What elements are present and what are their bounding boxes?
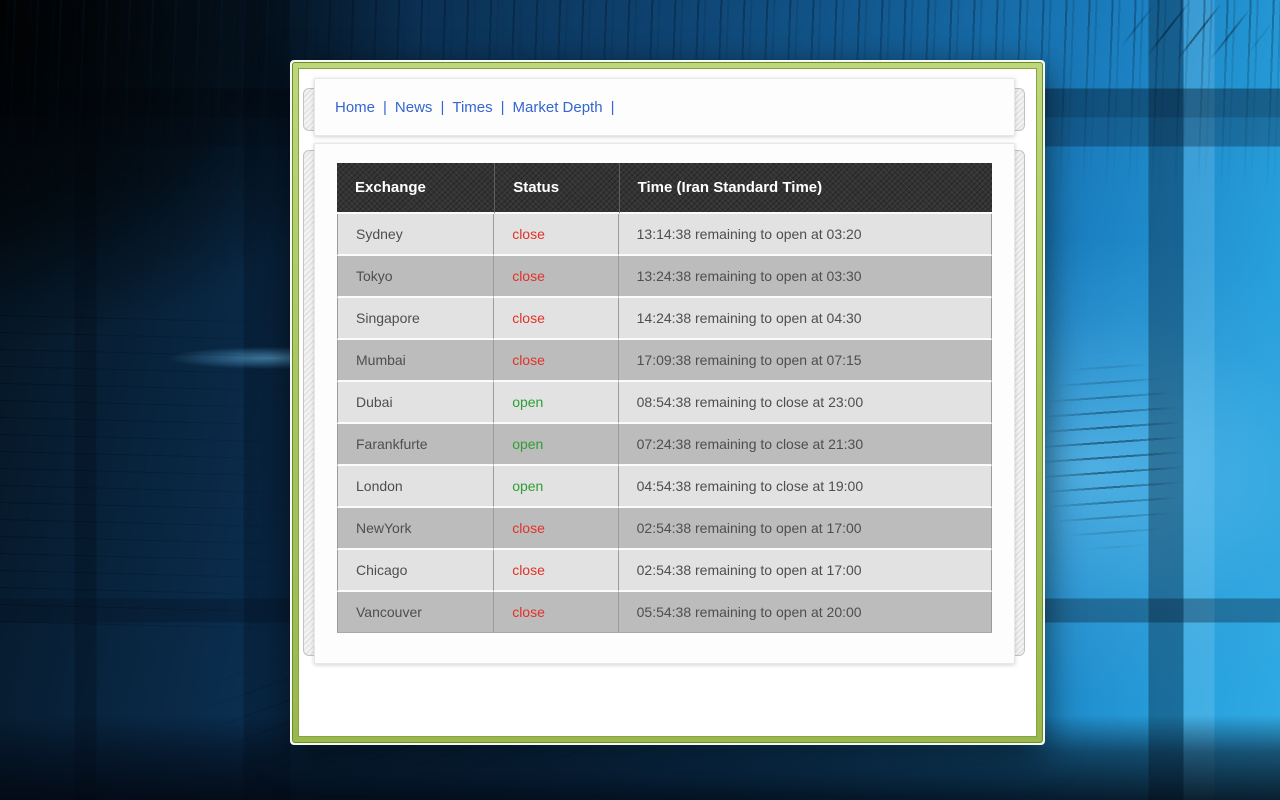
market-times-table: ExchangeStatusTime (Iran Standard Time) …	[337, 163, 992, 633]
exchange-cell: Singapore	[337, 298, 494, 340]
desktop-wallpaper: Home | News | Times | Market Depth | ExchangeSt…	[0, 0, 1280, 800]
status-cell: close	[494, 256, 618, 298]
status-cell: open	[494, 424, 618, 466]
column-header-exchange: Exchange	[337, 163, 494, 214]
time-cell: 02:54:38 remaining to open at 17:00	[619, 508, 992, 550]
nav-separator: |	[440, 99, 444, 116]
column-header-status: Status	[494, 163, 618, 214]
nav-link-home[interactable]: Home	[335, 99, 375, 116]
green-frame: Home | News | Times | Market Depth | ExchangeSt…	[292, 62, 1043, 743]
time-cell: 13:14:38 remaining to open at 03:20	[619, 214, 992, 256]
nav-bar: Home | News | Times | Market Depth |	[314, 78, 1015, 136]
time-cell: 08:54:38 remaining to close at 23:00	[619, 382, 992, 424]
table-body: Sydneyclose13:14:38 remaining to open at…	[337, 214, 992, 633]
wallpaper-streaks-right	[1040, 350, 1280, 580]
page-body: Home | News | Times | Market Depth | ExchangeSt…	[298, 68, 1037, 737]
status-cell: open	[494, 466, 618, 508]
page-card: Home | News | Times | Market Depth | ExchangeSt…	[290, 60, 1045, 745]
table-row: Singaporeclose14:24:38 remaining to open…	[337, 298, 992, 340]
nav-link-times[interactable]: Times	[452, 99, 492, 116]
table-row: Vancouverclose05:54:38 remaining to open…	[337, 592, 992, 633]
status-cell: close	[494, 508, 618, 550]
nav-separator: |	[611, 99, 615, 116]
table-row: Farankfurteopen07:24:38 remaining to clo…	[337, 424, 992, 466]
table-row: Chicagoclose02:54:38 remaining to open a…	[337, 550, 992, 592]
table-header-row: ExchangeStatusTime (Iran Standard Time)	[337, 163, 992, 214]
table-row: Sydneyclose13:14:38 remaining to open at…	[337, 214, 992, 256]
exchange-cell: Mumbai	[337, 340, 494, 382]
wallpaper-streaks-left	[0, 310, 300, 630]
status-cell: close	[494, 214, 618, 256]
table-row: Dubaiopen08:54:38 remaining to close at …	[337, 382, 992, 424]
status-cell: close	[494, 550, 618, 592]
time-cell: 04:54:38 remaining to close at 19:00	[619, 466, 992, 508]
time-cell: 05:54:38 remaining to open at 20:00	[619, 592, 992, 633]
exchange-cell: Sydney	[337, 214, 494, 256]
time-cell: 17:09:38 remaining to open at 07:15	[619, 340, 992, 382]
nav-links: Home | News | Times | Market Depth |	[335, 99, 622, 116]
exchange-cell: Farankfurte	[337, 424, 494, 466]
time-cell: 07:24:38 remaining to close at 21:30	[619, 424, 992, 466]
table-row: NewYorkclose02:54:38 remaining to open a…	[337, 508, 992, 550]
table-row: Tokyoclose13:24:38 remaining to open at …	[337, 256, 992, 298]
nav-separator: |	[501, 99, 505, 116]
status-cell: close	[494, 592, 618, 633]
status-cell: close	[494, 340, 618, 382]
table-row: Londonopen04:54:38 remaining to close at…	[337, 466, 992, 508]
nav-link-news[interactable]: News	[395, 99, 433, 116]
column-header-time: Time (Iran Standard Time)	[619, 163, 992, 214]
time-cell: 02:54:38 remaining to open at 17:00	[619, 550, 992, 592]
exchange-cell: Vancouver	[337, 592, 494, 633]
exchange-cell: Tokyo	[337, 256, 494, 298]
status-cell: open	[494, 382, 618, 424]
nav-link-market-depth[interactable]: Market Depth	[513, 99, 603, 116]
exchange-cell: Dubai	[337, 382, 494, 424]
time-cell: 13:24:38 remaining to open at 03:30	[619, 256, 992, 298]
exchange-cell: London	[337, 466, 494, 508]
table-row: Mumbaiclose17:09:38 remaining to open at…	[337, 340, 992, 382]
time-cell: 14:24:38 remaining to open at 04:30	[619, 298, 992, 340]
content-panel: ExchangeStatusTime (Iran Standard Time) …	[314, 143, 1015, 664]
exchange-cell: NewYork	[337, 508, 494, 550]
status-cell: close	[494, 298, 618, 340]
exchange-cell: Chicago	[337, 550, 494, 592]
nav-separator: |	[383, 99, 387, 116]
